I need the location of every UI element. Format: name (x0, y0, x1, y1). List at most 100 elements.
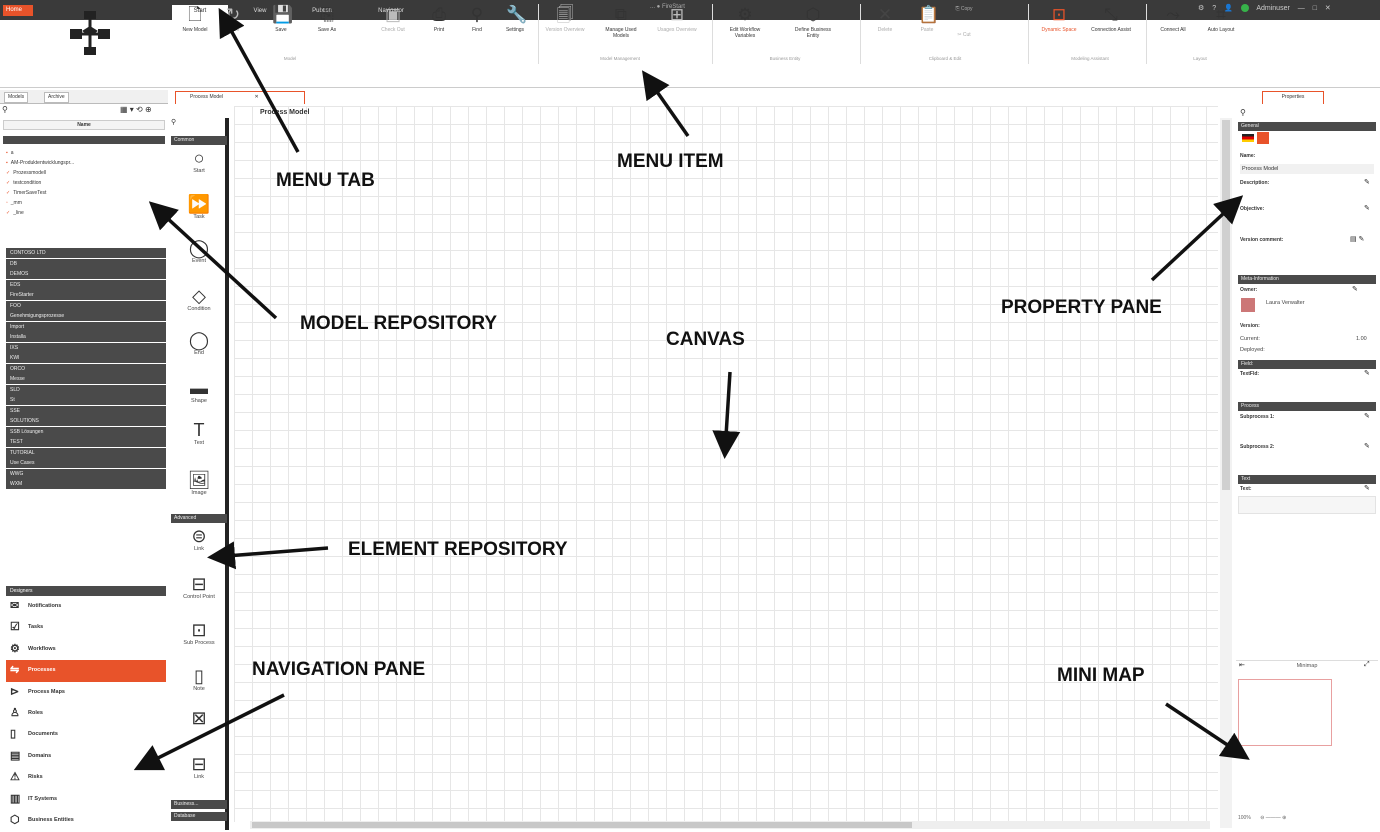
nav-item[interactable]: ⚙ Workflows (6, 639, 166, 660)
close-icon[interactable]: ✕ (1325, 5, 1331, 12)
maximize-icon[interactable]: □ (1313, 5, 1317, 12)
check-out-button[interactable]: ▣ Check Out (370, 6, 416, 34)
delete-button[interactable]: ✕ Delete (862, 6, 908, 34)
tree-item[interactable]: ✓ testcondition (6, 178, 166, 188)
zoom-slider[interactable]: ⊖ ——— ⊕ (1260, 815, 1286, 821)
tab-process-model[interactable]: Process Model ✕ (175, 91, 305, 104)
save-button[interactable]: 💾 Save (258, 6, 304, 34)
tree-item[interactable]: ▪ a (6, 148, 166, 158)
nav-item[interactable]: ⚠ Risks (6, 767, 166, 788)
app-menu-button[interactable]: Home (3, 5, 33, 16)
minimap-viewport[interactable] (1238, 679, 1332, 746)
folder-item[interactable]: EDS (6, 279, 166, 290)
redo-button[interactable]: ↻ Redo (210, 6, 256, 34)
folder-item[interactable]: SOLUTIONS (6, 416, 166, 426)
edit-icon[interactable]: ✎ (1364, 442, 1370, 450)
section-process[interactable]: Process (1238, 402, 1376, 411)
element-text[interactable]: T Text (171, 420, 227, 446)
section-fields[interactable]: Field: (1238, 360, 1376, 369)
username[interactable]: Adminuser (1256, 5, 1289, 12)
element-sub-process[interactable]: ⊡ Sub Process (171, 620, 227, 646)
folder-item[interactable]: DEMOS (6, 269, 166, 279)
minimap-zoom[interactable]: 100% ⊖ ——— ⊕ (1238, 815, 1376, 827)
element-end[interactable]: ◯ End (171, 330, 227, 356)
expand-icon[interactable]: ⤢ (1364, 661, 1370, 669)
save-as-button[interactable]: ⎘ Save As (304, 6, 350, 34)
folder-item[interactable]: SSB Lösungen (6, 426, 166, 437)
element-task[interactable]: ⏩ Task (171, 194, 227, 220)
connect-all-button[interactable]: ⤳ Connect All (1150, 6, 1196, 34)
folder-item[interactable]: TUTORIAL (6, 447, 166, 458)
toolbar-icons[interactable]: ▦ ▾ ⟲ ⊕ (120, 105, 152, 114)
nav-item[interactable]: ▤ Domains (6, 746, 166, 767)
folder-item[interactable]: Import (6, 321, 166, 332)
comment-icon[interactable]: ▤ ✎ (1350, 235, 1364, 243)
dynamic-space-button[interactable]: ⊡ Dynamic Space (1036, 6, 1082, 34)
element-link[interactable]: ⊟ Link (171, 754, 227, 780)
element-shape[interactable]: ▬ Shape (171, 378, 227, 404)
nav-item[interactable]: ⇋ Processes (6, 660, 166, 682)
element-image[interactable]: 🖼 Image (171, 470, 227, 496)
folder-item[interactable]: Use Cases (6, 458, 166, 468)
section-database[interactable]: Database (171, 812, 227, 821)
collapse-icon[interactable]: ⇤ (1239, 661, 1245, 669)
manage-used-models-button[interactable]: ⧉ Manage Used Models (598, 6, 644, 40)
search-icon[interactable]: ⚲ (1240, 108, 1246, 117)
tab-properties[interactable]: Properties (1262, 91, 1324, 104)
folder-item[interactable]: FireStarter (6, 290, 166, 300)
element-search[interactable]: ⚲ (171, 118, 231, 132)
version-overview-button[interactable]: 🗐 Version Overview (542, 6, 588, 34)
element-note[interactable]: ▯ Note (171, 666, 227, 692)
tree-item[interactable]: ✓ _line (6, 208, 166, 218)
section-advanced[interactable]: Advanced (171, 514, 227, 523)
edit-icon[interactable]: ✎ (1364, 484, 1370, 492)
folder-item[interactable]: FOO (6, 300, 166, 311)
element-event[interactable]: ◯ Event (171, 238, 227, 264)
section-common[interactable]: Common (171, 136, 227, 145)
section-business[interactable]: Business... (171, 800, 227, 809)
cut-button[interactable]: ✂ Cut (944, 32, 984, 38)
section-general[interactable]: General (1238, 122, 1376, 131)
close-icon[interactable]: ✕ (254, 94, 258, 100)
section-text[interactable]: Text (1238, 475, 1376, 484)
tree-item[interactable]: ✓ TimerSaveTest (6, 188, 166, 198)
element-link[interactable]: ⊜ Link (171, 526, 227, 552)
usages-overview-button[interactable]: ⊞ Usages Overview (654, 6, 700, 34)
folder-item[interactable]: SLD (6, 384, 166, 395)
nav-item[interactable]: ☑ Tasks (6, 617, 166, 638)
element-item[interactable]: ⊠ (171, 708, 227, 728)
tab-models[interactable]: Models (4, 92, 29, 103)
model-search[interactable]: ⚲ ▦ ▾ ⟲ ⊕ (2, 105, 166, 116)
folder-item[interactable]: DB (6, 258, 166, 269)
canvas[interactable] (234, 106, 1218, 822)
connection-assist-button[interactable]: ⤡ Connection Assist (1088, 6, 1134, 34)
folder-item[interactable]: Genehmigungsprozesse (6, 311, 166, 321)
horizontal-scroll-thumb[interactable] (252, 822, 912, 828)
nav-item[interactable]: ♙ Roles (6, 703, 166, 724)
section-meta-information[interactable]: Meta-Information (1238, 275, 1376, 284)
vertical-scroll-thumb[interactable] (1222, 120, 1230, 490)
language-flag-icon[interactable] (1242, 134, 1254, 142)
text-field[interactable] (1238, 496, 1376, 514)
tree-column-header[interactable]: Name (3, 120, 165, 130)
minimize-icon[interactable]: — (1298, 5, 1305, 12)
tab-archive[interactable]: Archive (44, 92, 69, 103)
language-en-icon[interactable] (1257, 132, 1269, 144)
element-condition[interactable]: ◇ Condition (171, 286, 227, 312)
nav-item[interactable]: ▯ Documents (6, 724, 166, 745)
auto-layout-button[interactable]: ⌗ Auto Layout (1198, 6, 1244, 34)
folder-item[interactable]: CONTOSO LTD (6, 248, 166, 258)
edit-owner-icon[interactable]: ✎ (1352, 285, 1358, 293)
name-field[interactable]: Process Model (1240, 164, 1374, 174)
edit-icon[interactable]: ✎ (1364, 204, 1370, 212)
folder-item[interactable]: ORCO (6, 363, 166, 374)
edit-icon[interactable]: ✎ (1364, 178, 1370, 186)
folder-item[interactable]: Messe (6, 374, 166, 384)
edit-icon[interactable]: ✎ (1364, 412, 1370, 420)
copy-button[interactable]: ⎘ Copy (944, 6, 984, 12)
element-control-point[interactable]: ⊟ Control Point (171, 574, 227, 600)
element-start[interactable]: ○ Start (171, 148, 227, 174)
nav-item[interactable]: ⊳ Process Maps (6, 682, 166, 703)
folder-item[interactable]: WXM (6, 479, 166, 489)
settings-button[interactable]: 🔧 Settings (492, 6, 538, 34)
